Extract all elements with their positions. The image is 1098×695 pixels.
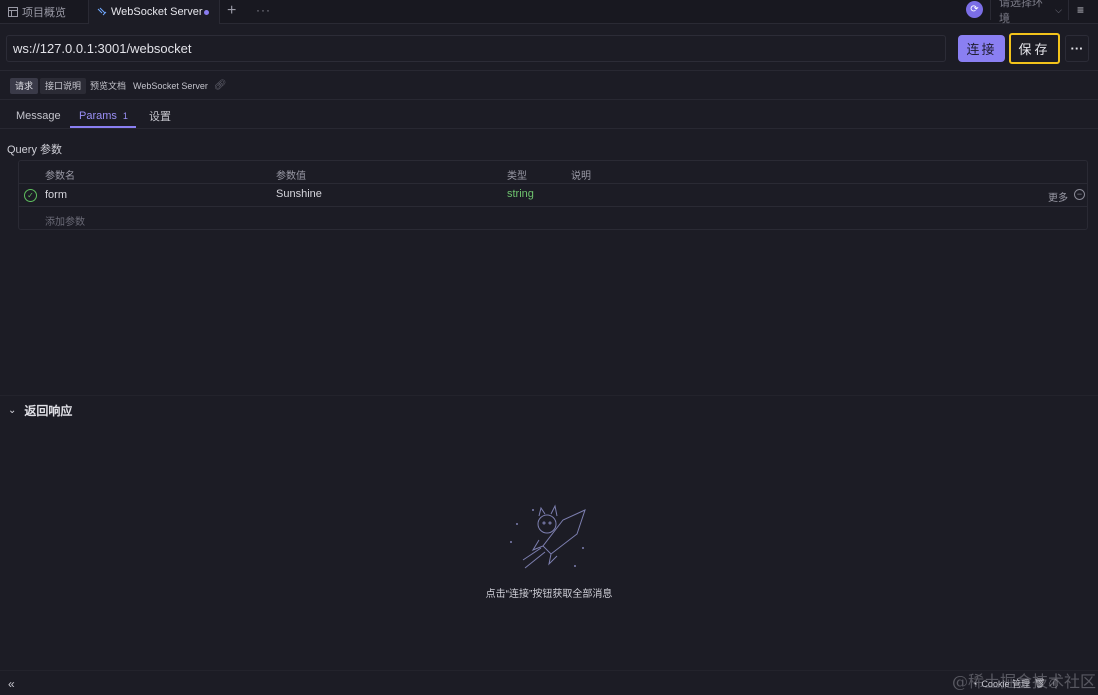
query-params-title: Query 参数 (7, 144, 63, 156)
column-header: 参数值 (276, 171, 306, 182)
plus-icon[interactable]: + (227, 2, 236, 20)
tab-message[interactable]: Message (16, 103, 61, 129)
divider (0, 670, 1098, 671)
collapse-sidebar-icon[interactable]: « (8, 677, 15, 691)
column-header: 参数名 (45, 171, 75, 182)
tab-label: WebSocket Server (111, 6, 203, 18)
checkbox-checked-icon[interactable]: ✓ (24, 189, 37, 202)
divider (0, 99, 1098, 100)
link-icon[interactable]: 🔗︎ (214, 80, 227, 91)
request-subtabs: Message Params 1 设置 (0, 103, 1098, 129)
env-select[interactable]: 请选择环境 ⌵ (990, 0, 1062, 25)
param-value-cell[interactable]: Sunshine (276, 188, 322, 200)
hamburger-menu-icon[interactable]: ≡ (1068, 0, 1092, 20)
tab-project-overview[interactable]: 项目概览 (8, 0, 66, 24)
tab-websocket-server[interactable]: WebSocket Server (88, 0, 220, 24)
param-type-cell[interactable]: string (507, 188, 534, 200)
divider (0, 395, 1098, 396)
query-params-table: 参数名 参数值 类型 说明 ✓ form Sunshine string 更多 … (18, 160, 1088, 230)
chip-preview-doc[interactable]: 预览文档 (88, 78, 131, 94)
ellipsis-icon[interactable]: ··· (256, 3, 271, 17)
save-button[interactable]: 保存 (1009, 33, 1060, 64)
divider (0, 70, 1098, 71)
tab-label: Message (16, 110, 61, 122)
params-count-badge: 1 (122, 111, 128, 121)
tab-label: 项目概览 (22, 7, 66, 19)
param-name-cell[interactable]: form (45, 189, 67, 201)
chip-request[interactable]: 请求 (10, 77, 39, 94)
unsaved-dot-icon (204, 10, 209, 15)
column-header: 类型 (507, 171, 527, 182)
response-section-header[interactable]: ⌄ 返回响应 (8, 402, 72, 419)
divider (0, 128, 1098, 129)
empty-state-text: 点击“连接”按钮获取全部消息 (485, 589, 613, 600)
env-select-placeholder: 请选择环境 (999, 0, 1043, 25)
chevron-down-icon: ⌄ (8, 405, 17, 416)
chip-api-doc[interactable]: 接口说明 (40, 77, 87, 94)
add-param-input[interactable]: 添加参数 (45, 213, 85, 228)
tab-settings[interactable]: 设置 (149, 103, 171, 129)
url-input[interactable]: ws://127.0.0.1:3001/websocket (6, 35, 946, 62)
more-actions-button[interactable]: ··· (1065, 35, 1089, 62)
breadcrumb: 请求 接口说明 预览文档 WebSocket Server 🔗︎ (10, 77, 227, 94)
websocket-icon (97, 7, 107, 17)
env-refresh-icon[interactable]: ⟳ (966, 1, 983, 18)
divider (19, 206, 1087, 207)
response-title: 返回响应 (24, 404, 73, 418)
row-more-link[interactable]: 更多 (1048, 189, 1068, 204)
tab-label: Params (79, 110, 117, 122)
tab-label: 设置 (149, 111, 171, 123)
divider (19, 183, 1087, 184)
layout-icon (8, 7, 18, 17)
remove-circle-icon[interactable]: − (1074, 189, 1085, 200)
column-header: 说明 (571, 171, 591, 182)
chevron-down-icon: ⌵ (1055, 4, 1062, 15)
watermark: @稀土掘金技术社区 (952, 672, 1097, 691)
rocket-illustration-icon (503, 502, 589, 576)
tab-bar: 项目概览 WebSocket Server + ··· ⟳ 请选择环境 ⌵ ≡ (0, 0, 1098, 25)
endpoint-name: WebSocket Server (133, 80, 208, 91)
connect-button[interactable]: 连接 (958, 35, 1005, 62)
